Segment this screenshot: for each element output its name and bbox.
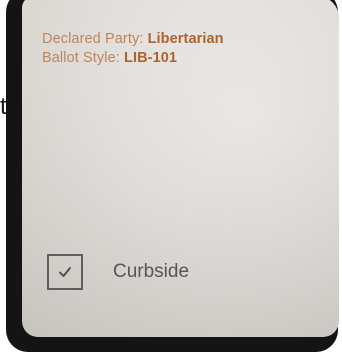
ballot-style-value: LIB-101 <box>124 50 178 66</box>
voter-info: Declared Party: Libertarian Ballot Style… <box>42 30 224 68</box>
declared-party-line: Declared Party: Libertarian <box>42 30 224 49</box>
photo-stage: t Declared Party: Libertarian Ballot Sty… <box>0 0 342 354</box>
ballot-style-label: Ballot Style: <box>42 50 124 66</box>
ballot-style-line: Ballot Style: LIB-101 <box>42 49 224 68</box>
curbside-checkbox[interactable] <box>47 254 83 290</box>
declared-party-value: Libertarian <box>147 31 224 47</box>
curbside-label: Curbside <box>113 261 190 282</box>
device-screen: Declared Party: Libertarian Ballot Style… <box>22 0 339 337</box>
device-frame: Declared Party: Libertarian Ballot Style… <box>6 0 339 352</box>
checkmark-icon <box>59 267 71 277</box>
curbside-option[interactable]: Curbside <box>47 254 189 290</box>
declared-party-label: Declared Party: <box>42 31 148 47</box>
